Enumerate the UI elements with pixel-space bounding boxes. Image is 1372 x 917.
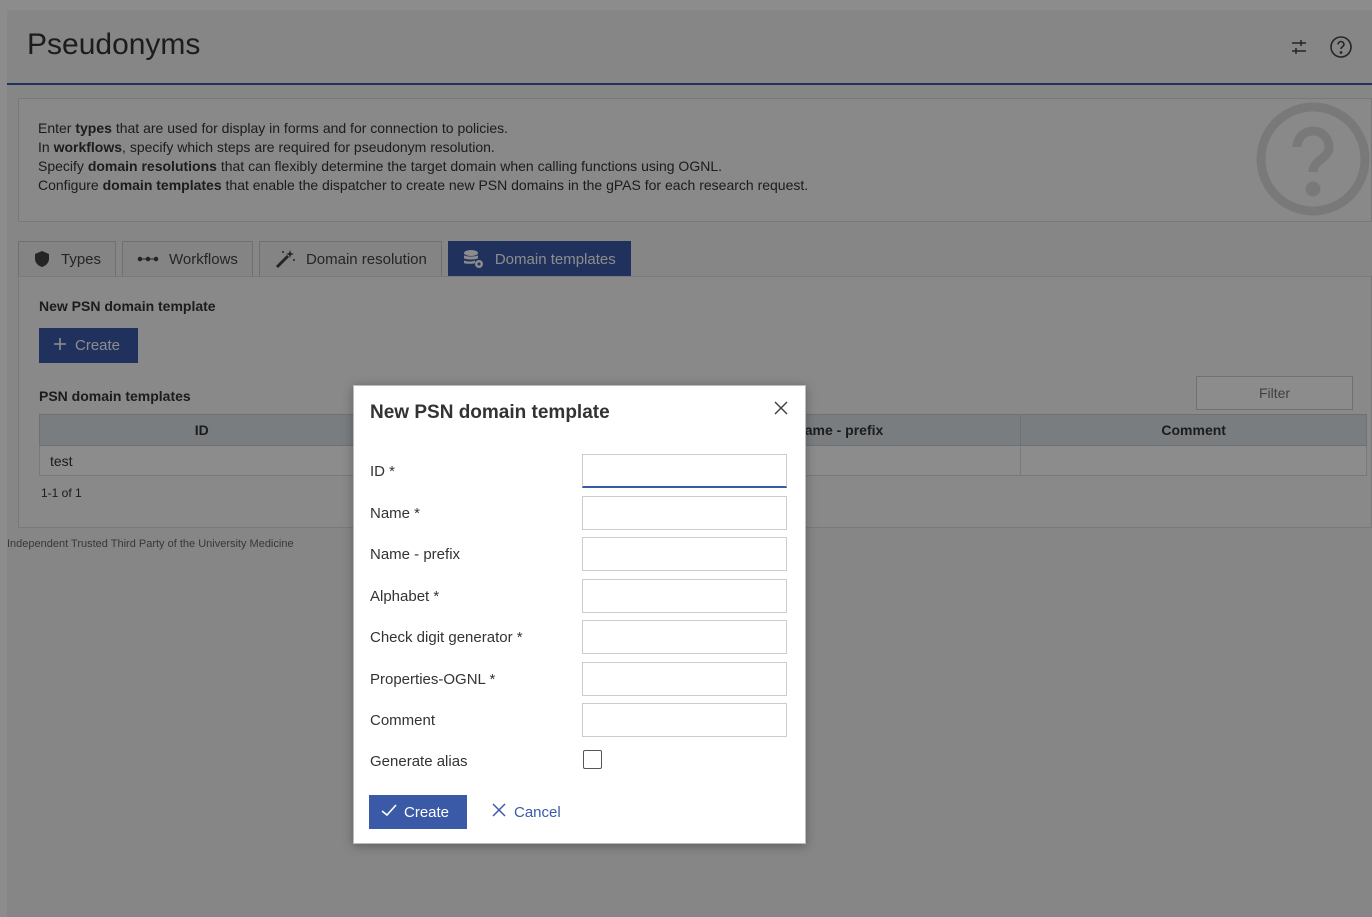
name-prefix-field[interactable] bbox=[582, 537, 787, 571]
new-template-dialog: New PSN domain template ID * Name * Name… bbox=[353, 385, 806, 844]
name-field[interactable] bbox=[582, 496, 787, 530]
field-row-id: ID * bbox=[370, 454, 790, 488]
dialog-create-label: Create bbox=[404, 803, 450, 821]
field-row-generate-alias: Generate alias bbox=[370, 744, 790, 778]
properties-ognl-label: Properties-OGNL * bbox=[370, 671, 496, 688]
name-prefix-label: Name - prefix bbox=[370, 546, 461, 563]
dialog-create-button[interactable]: Create bbox=[369, 795, 468, 829]
close-icon[interactable] bbox=[773, 400, 791, 418]
name-label: Name * bbox=[370, 505, 421, 522]
close-icon bbox=[492, 803, 506, 821]
field-row-properties-ognl: Properties-OGNL * bbox=[370, 662, 790, 696]
generate-alias-label: Generate alias bbox=[370, 753, 468, 770]
field-row-alphabet: Alphabet * bbox=[370, 579, 790, 613]
field-row-name-prefix: Name - prefix bbox=[370, 537, 790, 571]
dialog-title: New PSN domain template bbox=[370, 402, 610, 423]
generate-alias-checkbox[interactable] bbox=[583, 750, 602, 769]
field-row-comment: Comment bbox=[370, 703, 790, 737]
field-row-check-digit: Check digit generator * bbox=[370, 620, 790, 654]
properties-ognl-field[interactable] bbox=[582, 662, 787, 696]
field-row-name: Name * bbox=[370, 496, 790, 530]
alphabet-label: Alphabet * bbox=[370, 588, 440, 605]
check-digit-field[interactable] bbox=[582, 620, 787, 654]
comment-label: Comment bbox=[370, 712, 436, 729]
dialog-cancel-label: Cancel bbox=[514, 803, 561, 821]
id-label: ID * bbox=[370, 463, 396, 480]
dialog-cancel-button[interactable]: Cancel bbox=[488, 795, 565, 829]
id-field[interactable] bbox=[582, 454, 787, 488]
check-icon bbox=[381, 803, 397, 821]
comment-field[interactable] bbox=[582, 703, 787, 737]
check-digit-label: Check digit generator * bbox=[370, 629, 523, 646]
alphabet-field[interactable] bbox=[582, 579, 787, 613]
